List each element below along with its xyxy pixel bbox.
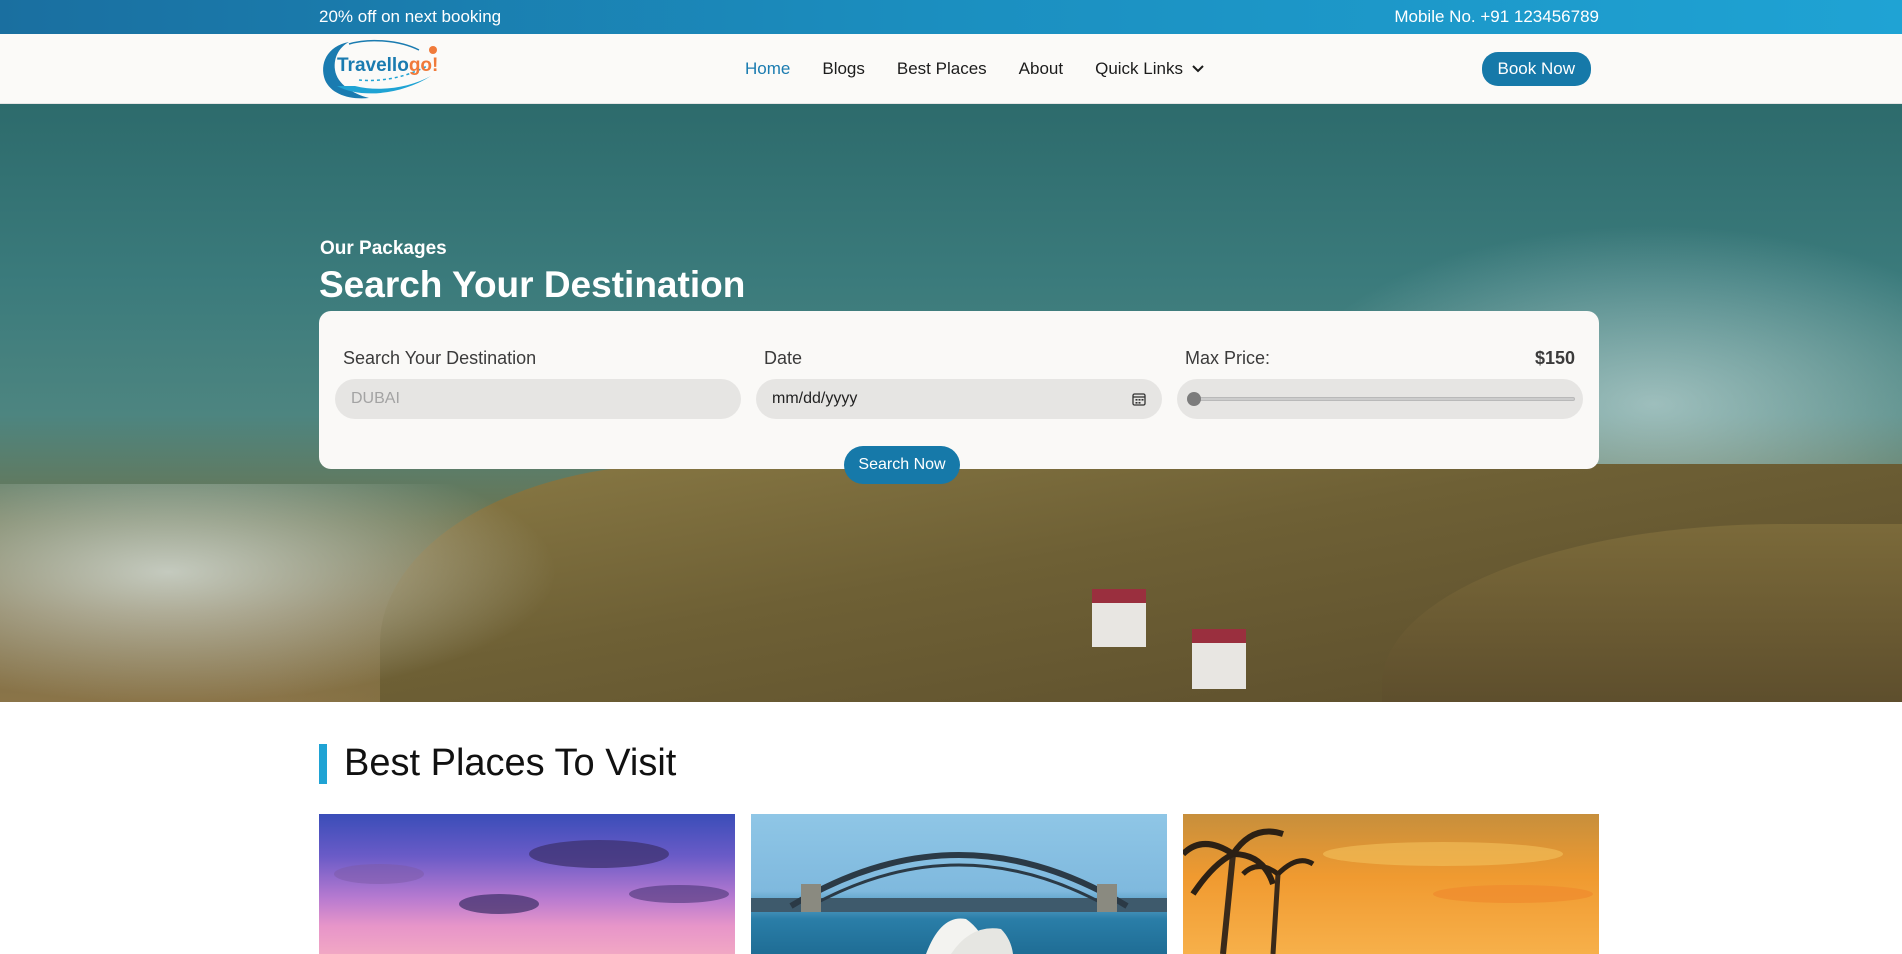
logo-text-accent: go!	[408, 55, 439, 76]
price-value: $150	[1534, 348, 1575, 368]
destination-label: Search Your Destination	[343, 348, 537, 368]
destination-input[interactable]: DUBAI	[335, 379, 741, 419]
hero-building	[1192, 629, 1246, 689]
chevron-down-icon	[1192, 65, 1204, 73]
hero-subtitle: Our Packages	[320, 238, 447, 259]
date-field: Date mm/dd/yyyy	[756, 348, 1162, 419]
place-image-sunset-clouds	[334, 840, 729, 914]
place-card[interactable]	[751, 814, 1167, 954]
price-label: Max Price:	[1185, 348, 1271, 368]
date-label: Date	[764, 348, 803, 368]
date-placeholder: mm/dd/yyyy	[772, 390, 858, 407]
place-card[interactable]	[1183, 814, 1599, 954]
nav-about[interactable]: About	[1019, 59, 1063, 79]
date-input[interactable]: mm/dd/yyyy	[756, 379, 1162, 419]
destination-field: Search Your Destination DUBAI	[335, 348, 741, 419]
place-image-palm-sunset	[1183, 828, 1593, 954]
nav-blogs[interactable]: Blogs	[822, 59, 865, 79]
nav-best-places[interactable]: Best Places	[897, 59, 987, 79]
price-field: Max Price: $150	[1177, 348, 1583, 419]
price-slider-thumb[interactable]	[1187, 392, 1201, 406]
hero-heading: Our Packages Search Your Destination	[319, 238, 1599, 306]
top-bar: 20% off on next booking Mobile No. +91 1…	[0, 0, 1902, 34]
logo[interactable]: Travellogo!	[319, 36, 439, 102]
nav-quick-links-label: Quick Links	[1095, 59, 1183, 78]
best-places-title: Best Places To Visit	[344, 742, 677, 784]
book-now-button[interactable]: Book Now	[1481, 52, 1591, 86]
navbar: Travellogo! Home Blogs Best Places About…	[0, 34, 1902, 104]
hero-section: Our Packages Search Your Destination Sea…	[0, 104, 1902, 702]
destination-placeholder: DUBAI	[351, 390, 400, 407]
search-card: Search Your Destination DUBAI Date mm/dd…	[319, 311, 1599, 469]
nav-home[interactable]: Home	[745, 59, 790, 79]
nav-quick-links[interactable]: Quick Links	[1095, 59, 1205, 79]
search-now-button[interactable]: Search Now	[844, 446, 960, 484]
logo-text-main: Travello	[337, 55, 409, 76]
hero-title: Search Your Destination	[319, 264, 746, 305]
nav-links: Home Blogs Best Places About Quick Links	[745, 59, 1205, 79]
price-slider-track[interactable]	[1191, 397, 1575, 401]
offer-text: 20% off on next booking	[319, 7, 502, 26]
hero-building	[1092, 589, 1146, 647]
mobile-number: Mobile No. +91 123456789	[1394, 7, 1599, 26]
place-image-harbour-bridge	[751, 852, 1167, 954]
price-header: Max Price: $150	[1177, 348, 1583, 369]
calendar-icon[interactable]	[1132, 392, 1146, 406]
logo-text: Travellogo!	[337, 55, 438, 77]
heading-accent-bar	[319, 743, 327, 784]
hero-background-surf	[0, 484, 560, 702]
price-slider[interactable]	[1177, 379, 1583, 419]
place-card[interactable]	[319, 814, 735, 954]
places-cards	[319, 814, 1599, 954]
best-places-heading: Best Places To Visit	[319, 742, 676, 785]
